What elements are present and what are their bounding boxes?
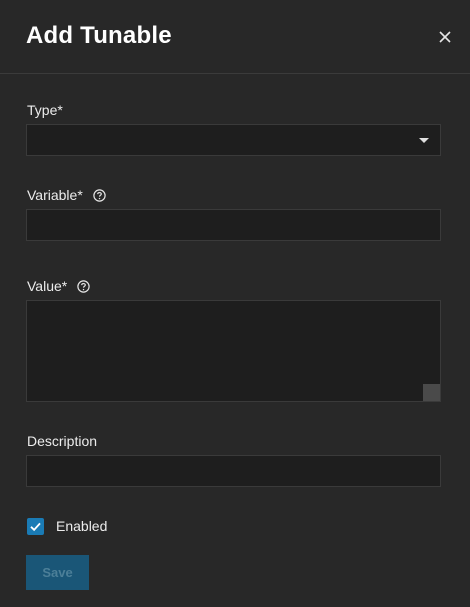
- resize-handle[interactable]: [423, 384, 440, 401]
- variable-input[interactable]: [26, 209, 441, 241]
- description-input[interactable]: [26, 455, 441, 487]
- chevron-down-icon: [419, 138, 429, 143]
- variable-label: Variable*: [27, 187, 106, 203]
- enabled-checkbox-row: Enabled: [27, 516, 107, 536]
- dialog-title: Add Tunable: [26, 22, 172, 49]
- help-circle-icon[interactable]: [92, 189, 106, 202]
- value-textarea[interactable]: [26, 300, 441, 402]
- type-label: Type*: [27, 102, 63, 118]
- dialog-header: Add Tunable: [0, 0, 470, 74]
- type-select[interactable]: [26, 124, 441, 156]
- value-label: Value*: [27, 278, 90, 294]
- description-label: Description: [27, 433, 98, 449]
- enabled-checkbox[interactable]: [27, 517, 44, 535]
- save-button[interactable]: Save: [26, 555, 89, 590]
- enabled-label: Enabled: [56, 518, 108, 534]
- help-circle-icon[interactable]: [77, 280, 90, 293]
- checkmark-icon: [30, 522, 41, 531]
- close-icon[interactable]: [434, 26, 456, 48]
